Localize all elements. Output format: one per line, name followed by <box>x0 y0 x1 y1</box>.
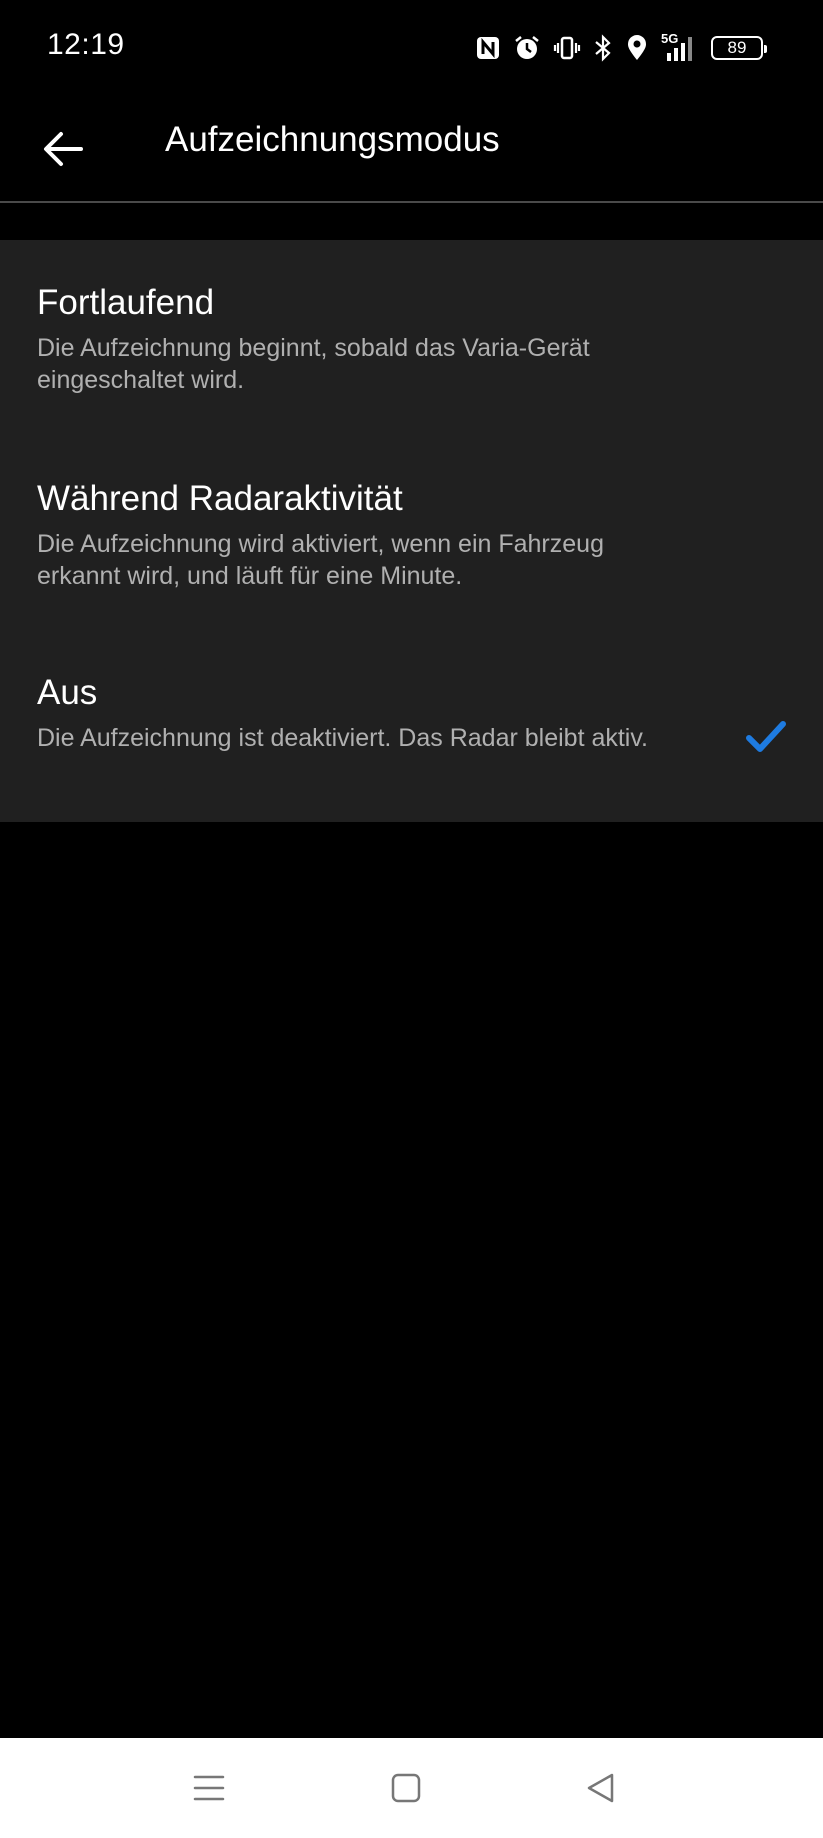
option-off[interactable]: Aus Die Aufzeichnung ist deaktiviert. Da… <box>0 628 823 822</box>
back-button[interactable] <box>30 116 96 182</box>
app-bar: Aufzeichnungsmodus <box>0 96 823 202</box>
back-nav-button[interactable] <box>576 1763 626 1813</box>
home-icon <box>391 1773 421 1803</box>
option-title: Aus <box>37 673 98 712</box>
option-description: Die Aufzeichnung ist deaktiviert. Das Ra… <box>37 724 648 752</box>
home-button[interactable] <box>381 1763 431 1813</box>
recording-mode-options: Fortlaufend Die Aufzeichnung beginnt, so… <box>0 240 823 822</box>
status-bar: 12:19 5G 89 <box>0 0 823 96</box>
option-description: Die Aufzeichnung beginnt, sobald das Var… <box>37 334 590 394</box>
arrow-left-icon <box>44 132 83 166</box>
location-icon <box>625 34 649 62</box>
checkmark-icon <box>746 721 786 752</box>
battery-indicator: 89 <box>711 36 767 60</box>
system-nav-bar <box>0 1738 823 1838</box>
option-description: Die Aufzeichnung wird aktiviert, wenn ei… <box>37 530 604 590</box>
5g-signal-icon: 5G <box>661 31 699 63</box>
page-title: Aufzeichnungsmodus <box>165 120 500 159</box>
header-divider <box>0 201 823 203</box>
vibrate-icon <box>553 34 581 62</box>
alarm-icon <box>513 34 541 62</box>
option-continuous[interactable]: Fortlaufend Die Aufzeichnung beginnt, so… <box>0 240 823 434</box>
status-time: 12:19 <box>47 28 125 61</box>
nfc-icon <box>475 35 501 61</box>
back-triangle-icon <box>587 1773 614 1803</box>
option-title: Während Radaraktivität <box>37 479 403 518</box>
recents-button[interactable] <box>184 1763 234 1813</box>
bluetooth-icon <box>593 34 613 62</box>
battery-level: 89 <box>727 38 747 57</box>
status-icons: 5G 89 <box>475 28 767 68</box>
option-radar-activity[interactable]: Während Radaraktivität Die Aufzeichnung … <box>0 434 823 628</box>
option-title: Fortlaufend <box>37 283 215 322</box>
menu-icon <box>193 1775 225 1801</box>
